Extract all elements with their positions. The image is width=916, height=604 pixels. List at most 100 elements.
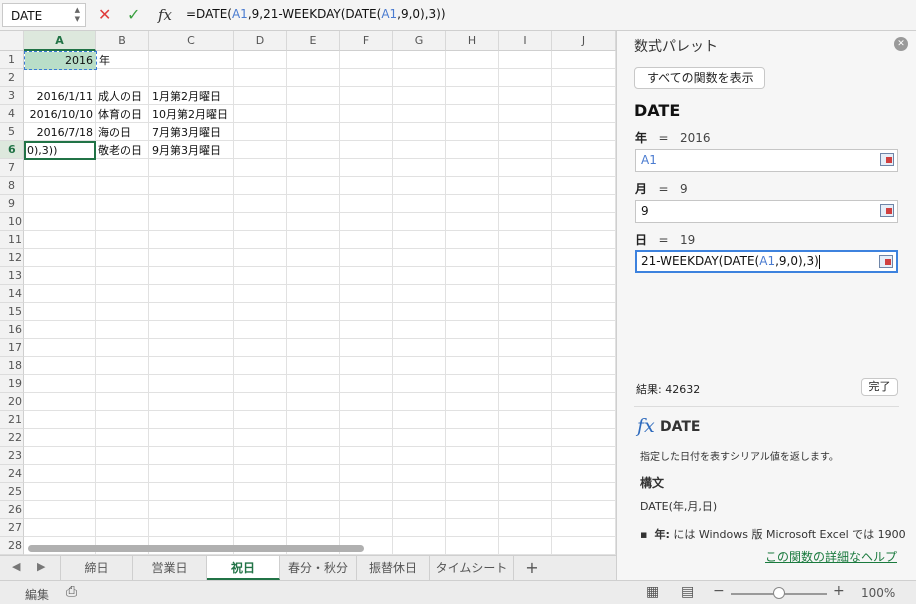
row-header[interactable]: 24 <box>0 465 24 483</box>
cell-b5[interactable]: 海の日 <box>98 124 149 142</box>
prev-sheet-icon[interactable]: ◀ <box>12 560 20 573</box>
insert-function-icon[interactable]: fx <box>158 6 172 24</box>
range-select-icon[interactable] <box>879 255 893 268</box>
range-select-icon[interactable] <box>880 204 894 217</box>
zoom-out-button[interactable]: − <box>713 583 725 599</box>
cancel-icon[interactable]: ✕ <box>98 5 111 24</box>
macro-record-icon[interactable]: ⎙ <box>66 584 77 600</box>
cell-c5[interactable]: 7月第3月曜日 <box>152 124 234 142</box>
bullet-text: には Windows 版 Microsoft Excel では 1900 <box>673 528 906 541</box>
row-header[interactable]: 3 <box>0 87 24 105</box>
help-function-name: DATE <box>660 419 701 435</box>
help-link[interactable]: この関数の詳細なヘルプ <box>765 548 897 565</box>
row-header[interactable]: 11 <box>0 231 24 249</box>
cell-b6[interactable]: 敬老の日 <box>98 142 149 160</box>
column-header-g[interactable]: G <box>393 31 446 51</box>
spreadsheet-grid[interactable]: A B C D E F G H I J 2016 年 2016/1/11 成人の… <box>0 31 616 555</box>
row-header[interactable]: 14 <box>0 285 24 303</box>
row-header[interactable]: 21 <box>0 411 24 429</box>
name-box[interactable]: DATE ▲ ▼ <box>2 3 86 27</box>
range-select-icon[interactable] <box>880 153 894 166</box>
done-button[interactable]: 完了 <box>861 378 898 396</box>
add-sheet-button[interactable]: + <box>514 556 550 580</box>
normal-view-icon[interactable]: ▦ <box>646 584 659 600</box>
row-header[interactable]: 17 <box>0 339 24 357</box>
row-header[interactable]: 8 <box>0 177 24 195</box>
reference-highlight-a1 <box>24 51 97 70</box>
row-header[interactable]: 27 <box>0 519 24 537</box>
next-sheet-icon[interactable]: ▶ <box>37 560 45 573</box>
row-header[interactable]: 28 <box>0 537 24 555</box>
row-header[interactable]: 25 <box>0 483 24 501</box>
cell-b4[interactable]: 体育の日 <box>98 106 149 124</box>
tab-shimebi[interactable]: 締日 <box>60 556 133 580</box>
active-cell-border <box>24 141 96 160</box>
arg-month-value: 9 <box>679 182 688 196</box>
formula-input[interactable]: =DATE(A1,9,21-WEEKDAY(DATE(A1,9,0),3)) <box>186 7 446 21</box>
arg-day-field[interactable]: 21-WEEKDAY(DATE(A1,9,0),3) <box>635 250 898 273</box>
arg-month-field[interactable]: 9 <box>635 200 898 223</box>
row-header[interactable]: 19 <box>0 375 24 393</box>
row-header[interactable]: 2 <box>0 69 24 87</box>
arg-year-field[interactable]: A1 <box>635 149 898 172</box>
row-header[interactable]: 1 <box>0 51 24 69</box>
row-header[interactable]: 7 <box>0 159 24 177</box>
cell-a4[interactable]: 2016/10/10 <box>24 106 96 124</box>
row-gridline <box>24 212 616 213</box>
cell-b1[interactable]: 年 <box>99 52 149 70</box>
zoom-in-button[interactable]: + <box>833 583 845 599</box>
formula-part: =DATE( <box>186 7 232 21</box>
column-header-b[interactable]: B <box>96 31 149 51</box>
name-box-stepper-icon[interactable]: ▲ ▼ <box>75 6 80 24</box>
cell-c6[interactable]: 9月第3月曜日 <box>152 142 234 160</box>
close-icon[interactable]: ✕ <box>894 37 908 51</box>
row-header[interactable]: 23 <box>0 447 24 465</box>
column-header-j[interactable]: J <box>552 31 616 51</box>
enter-check-icon[interactable]: ✓ <box>127 5 140 24</box>
horizontal-scrollbar[interactable] <box>28 545 364 552</box>
column-header-c[interactable]: C <box>149 31 234 51</box>
row-header[interactable]: 15 <box>0 303 24 321</box>
column-header-i[interactable]: I <box>499 31 552 51</box>
row-header[interactable]: 6 <box>0 141 24 159</box>
arg-equals: = <box>658 131 669 145</box>
zoom-slider-knob[interactable] <box>773 587 785 599</box>
row-header[interactable]: 20 <box>0 393 24 411</box>
tab-shukujitsu[interactable]: 祝日 <box>207 556 280 580</box>
show-all-functions-button[interactable]: すべての関数を表示 <box>634 67 765 89</box>
tab-timesheet[interactable]: タイムシート <box>430 556 514 580</box>
row-header[interactable]: 13 <box>0 267 24 285</box>
column-header-d[interactable]: D <box>234 31 287 51</box>
row-gridline <box>24 248 616 249</box>
tab-furikae-kyujitsu[interactable]: 振替休日 <box>357 556 430 580</box>
row-header[interactable]: 26 <box>0 501 24 519</box>
column-header-f[interactable]: F <box>340 31 393 51</box>
row-header[interactable]: 16 <box>0 321 24 339</box>
row-header[interactable]: 4 <box>0 105 24 123</box>
cell-a5[interactable]: 2016/7/18 <box>24 124 96 142</box>
page-layout-icon[interactable]: ▤ <box>681 584 694 600</box>
cell-c4[interactable]: 10月第2月曜日 <box>152 106 234 124</box>
function-name: DATE <box>634 101 681 120</box>
arg-month-row: 月 = 9 <box>635 180 688 197</box>
column-header-e[interactable]: E <box>287 31 340 51</box>
cell-c3[interactable]: 1月第2月曜日 <box>152 88 234 106</box>
tab-shunbun-shubun[interactable]: 春分・秋分 <box>280 556 357 580</box>
column-header-h[interactable]: H <box>446 31 499 51</box>
cell-a3[interactable]: 2016/1/11 <box>24 88 96 106</box>
cell-b3[interactable]: 成人の日 <box>98 88 149 106</box>
row-header[interactable]: 10 <box>0 213 24 231</box>
row-header[interactable]: 9 <box>0 195 24 213</box>
column-gridline <box>498 51 499 555</box>
row-header[interactable]: 22 <box>0 429 24 447</box>
row-header[interactable]: 12 <box>0 249 24 267</box>
row-gridline <box>24 176 616 177</box>
row-header[interactable]: 5 <box>0 123 24 141</box>
column-header-a[interactable]: A <box>24 31 96 51</box>
arg-equals: = <box>658 182 669 196</box>
row-header[interactable]: 18 <box>0 357 24 375</box>
tab-eigyobi[interactable]: 営業日 <box>133 556 207 580</box>
select-all-corner[interactable] <box>0 31 24 51</box>
row-gridline <box>24 428 616 429</box>
arg-day-value: 19 <box>679 233 696 247</box>
